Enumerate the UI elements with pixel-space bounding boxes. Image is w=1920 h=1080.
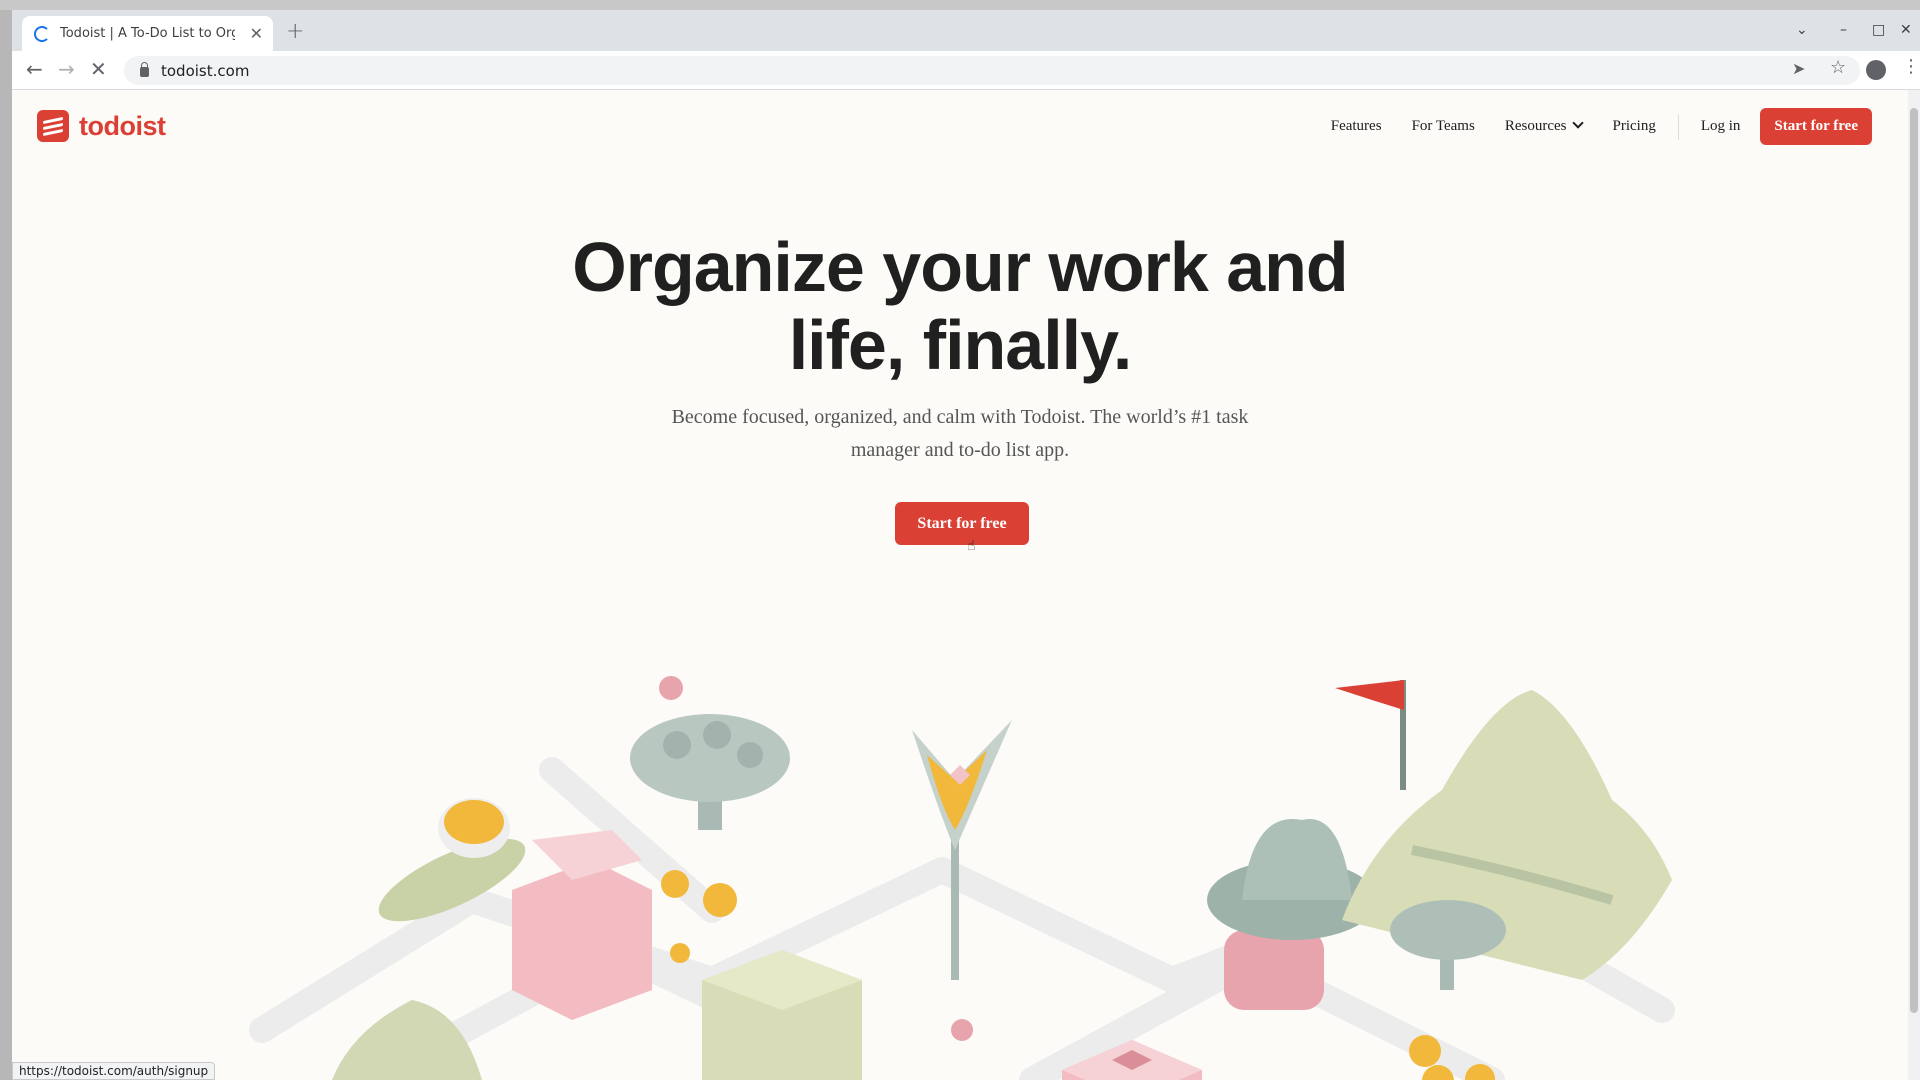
nav-divider — [1677, 113, 1679, 140]
hero-title-line-2: life, finally. — [788, 306, 1133, 384]
active-tab[interactable]: Todoist | A To-Do List to Organize Your … — [22, 16, 273, 51]
green-rock — [332, 1000, 482, 1080]
nav-login[interactable]: Log in — [1701, 118, 1741, 135]
nav-features[interactable]: Features — [1331, 118, 1382, 135]
hero-title-line-1: Organize your work and — [572, 228, 1348, 306]
profile-avatar-icon[interactable] — [1866, 60, 1886, 80]
tab-bar: Todoist | A To-Do List to Organize Your … — [12, 10, 1920, 51]
top-nav: Features For Teams Resources Pricing Log… — [1301, 108, 1872, 145]
nav-resources[interactable]: Resources — [1504, 117, 1585, 135]
stop-loading-icon[interactable]: ✕ — [90, 57, 107, 81]
status-bar-link: https://todoist.com/auth/signup — [12, 1062, 216, 1080]
scrollbar-thumb[interactable] — [1910, 108, 1918, 1013]
window-top-border — [0, 0, 1920, 10]
lock-icon — [140, 62, 149, 77]
hero-subtitle-line-1: Become focused, organized, and calm with… — [671, 406, 1249, 428]
pink-ball — [659, 676, 683, 700]
web-page: todoist Features For Teams Resources Pri… — [12, 90, 1908, 1080]
back-arrow-icon[interactable]: ← — [26, 57, 43, 81]
red-flag-icon — [1335, 680, 1404, 710]
send-icon[interactable]: ➤ — [1792, 59, 1805, 78]
hero-illustration — [249, 676, 1675, 1080]
minimize-icon[interactable]: – — [1840, 22, 1847, 38]
browser-toolbar: ← → ✕ todoist.com ➤ ☆ ⋮ — [12, 51, 1920, 90]
mushroom-cloud — [630, 714, 790, 830]
tab-search-chevron-icon[interactable]: ⌄ — [1796, 22, 1808, 38]
todoist-logo[interactable]: todoist — [37, 110, 166, 142]
loading-spinner-icon — [34, 25, 50, 42]
nav-for-teams[interactable]: For Teams — [1412, 118, 1475, 135]
close-tab-icon[interactable]: ✕ — [250, 24, 263, 43]
new-tab-icon[interactable]: + — [286, 19, 304, 44]
forward-arrow-icon[interactable]: → — [58, 57, 75, 81]
url-text[interactable]: todoist.com — [161, 62, 249, 80]
nav-resources-label: Resources — [1504, 118, 1567, 134]
address-bar[interactable]: todoist.com — [124, 56, 1860, 85]
hero-title: Organize your work and life, finally. — [12, 228, 1908, 384]
logo-text: todoist — [79, 110, 166, 141]
hero-subtitle: Become focused, organized, and calm with… — [660, 401, 1260, 467]
page-scrollbar[interactable] — [1908, 90, 1920, 1080]
chevron-down-icon — [1572, 117, 1585, 129]
hero-start-button[interactable]: Start for free — [895, 502, 1029, 545]
close-window-icon[interactable]: ✕ — [1900, 22, 1912, 38]
hand-cursor-icon: ☝ — [967, 538, 976, 554]
todoist-logo-icon — [37, 110, 69, 142]
header-start-button[interactable]: Start for free — [1760, 108, 1872, 145]
maximize-icon[interactable]: □ — [1872, 22, 1885, 38]
bookmark-star-icon[interactable]: ☆ — [1830, 57, 1846, 78]
pink-box — [512, 830, 652, 1020]
nav-pricing[interactable]: Pricing — [1612, 118, 1655, 135]
tab-title: Todoist | A To-Do List to Organize Your … — [60, 26, 235, 41]
hero-subtitle-line-2: manager and to-do list app. — [850, 439, 1070, 461]
menu-kebab-icon[interactable]: ⋮ — [1902, 56, 1920, 77]
small-mushroom — [1390, 900, 1506, 990]
